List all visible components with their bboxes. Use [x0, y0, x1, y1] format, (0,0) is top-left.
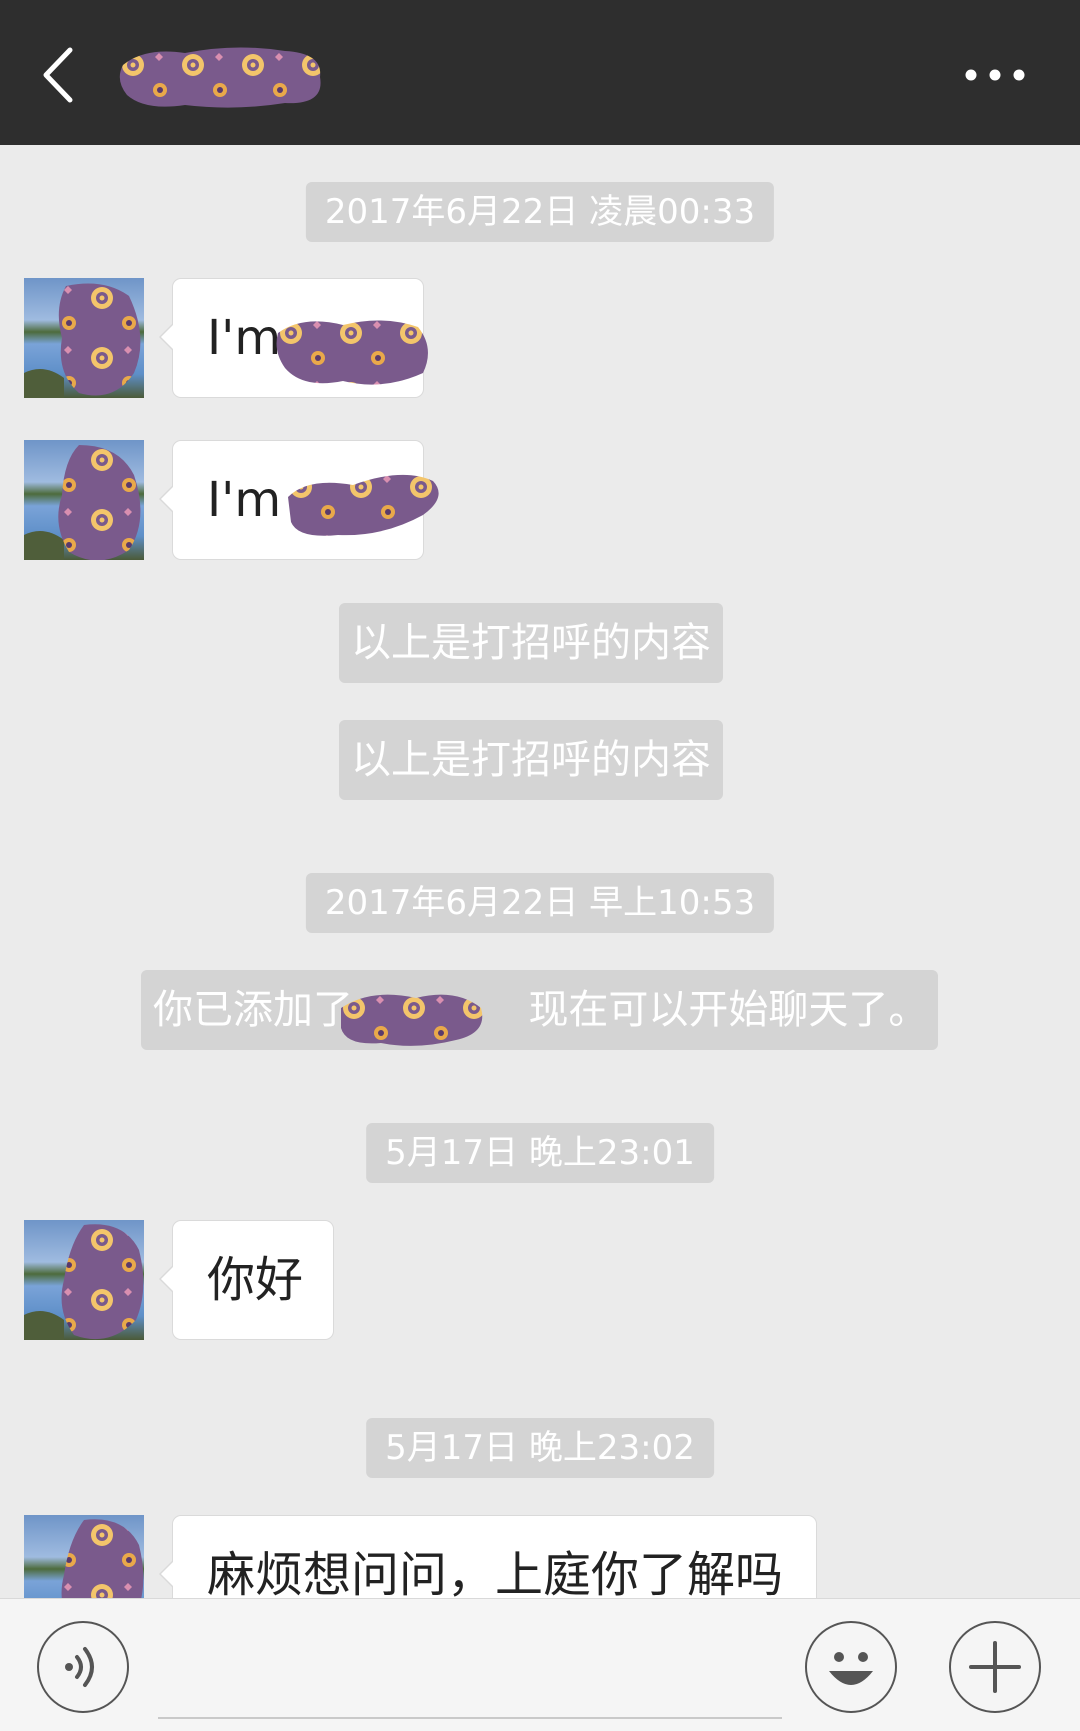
avatar[interactable] [24, 278, 144, 398]
voice-icon [65, 1647, 94, 1687]
emoji-button[interactable] [805, 1621, 897, 1713]
back-button[interactable] [30, 35, 110, 115]
top-bar [0, 0, 1080, 145]
input-bar [0, 1598, 1080, 1731]
timestamp: 2017年6月22日 早上10:53 [305, 873, 775, 933]
notice-prefix: 你已添加了 [153, 987, 353, 1033]
message-text: 你好 [207, 1252, 304, 1308]
redacted-text [276, 320, 428, 385]
timestamp: 5月17日 晚上23:01 [366, 1123, 714, 1183]
redacted-name [341, 994, 483, 1046]
system-notice: 以上是打招呼的内容 [339, 603, 723, 683]
timestamp: 5月17日 晚上23:02 [366, 1418, 714, 1478]
notice-suffix: 现在可以开始聊天了。 [528, 987, 929, 1033]
plus-icon [969, 1641, 1021, 1693]
redacted-text [288, 474, 439, 536]
emoji-icon [829, 1652, 873, 1685]
message-text: I'm [207, 472, 282, 528]
redacted-name [119, 47, 321, 108]
plus-button[interactable] [949, 1621, 1041, 1713]
more-button[interactable] [955, 50, 1035, 100]
chat-title [115, 45, 325, 111]
system-notice: 以上是打招呼的内容 [339, 720, 723, 800]
message-bubble[interactable]: I'm [159, 278, 428, 398]
voice-button[interactable] [37, 1621, 129, 1713]
chevron-left-icon [43, 47, 73, 103]
message-text: I'm [207, 310, 282, 366]
timestamp: 2017年6月22日 凌晨00:33 [305, 182, 775, 242]
message-text: 麻烦想问问，上庭你了解吗 [207, 1547, 784, 1603]
message-bubble[interactable]: I'm [159, 440, 439, 560]
avatar[interactable] [24, 440, 144, 560]
message-input[interactable] [158, 1625, 782, 1719]
message-bubble[interactable]: 你好 [159, 1220, 334, 1340]
avatar[interactable] [24, 1220, 144, 1340]
system-notice: 你已添加了 现在可以开始聊天了。 [141, 970, 938, 1050]
more-horizontal-icon [965, 69, 1025, 81]
